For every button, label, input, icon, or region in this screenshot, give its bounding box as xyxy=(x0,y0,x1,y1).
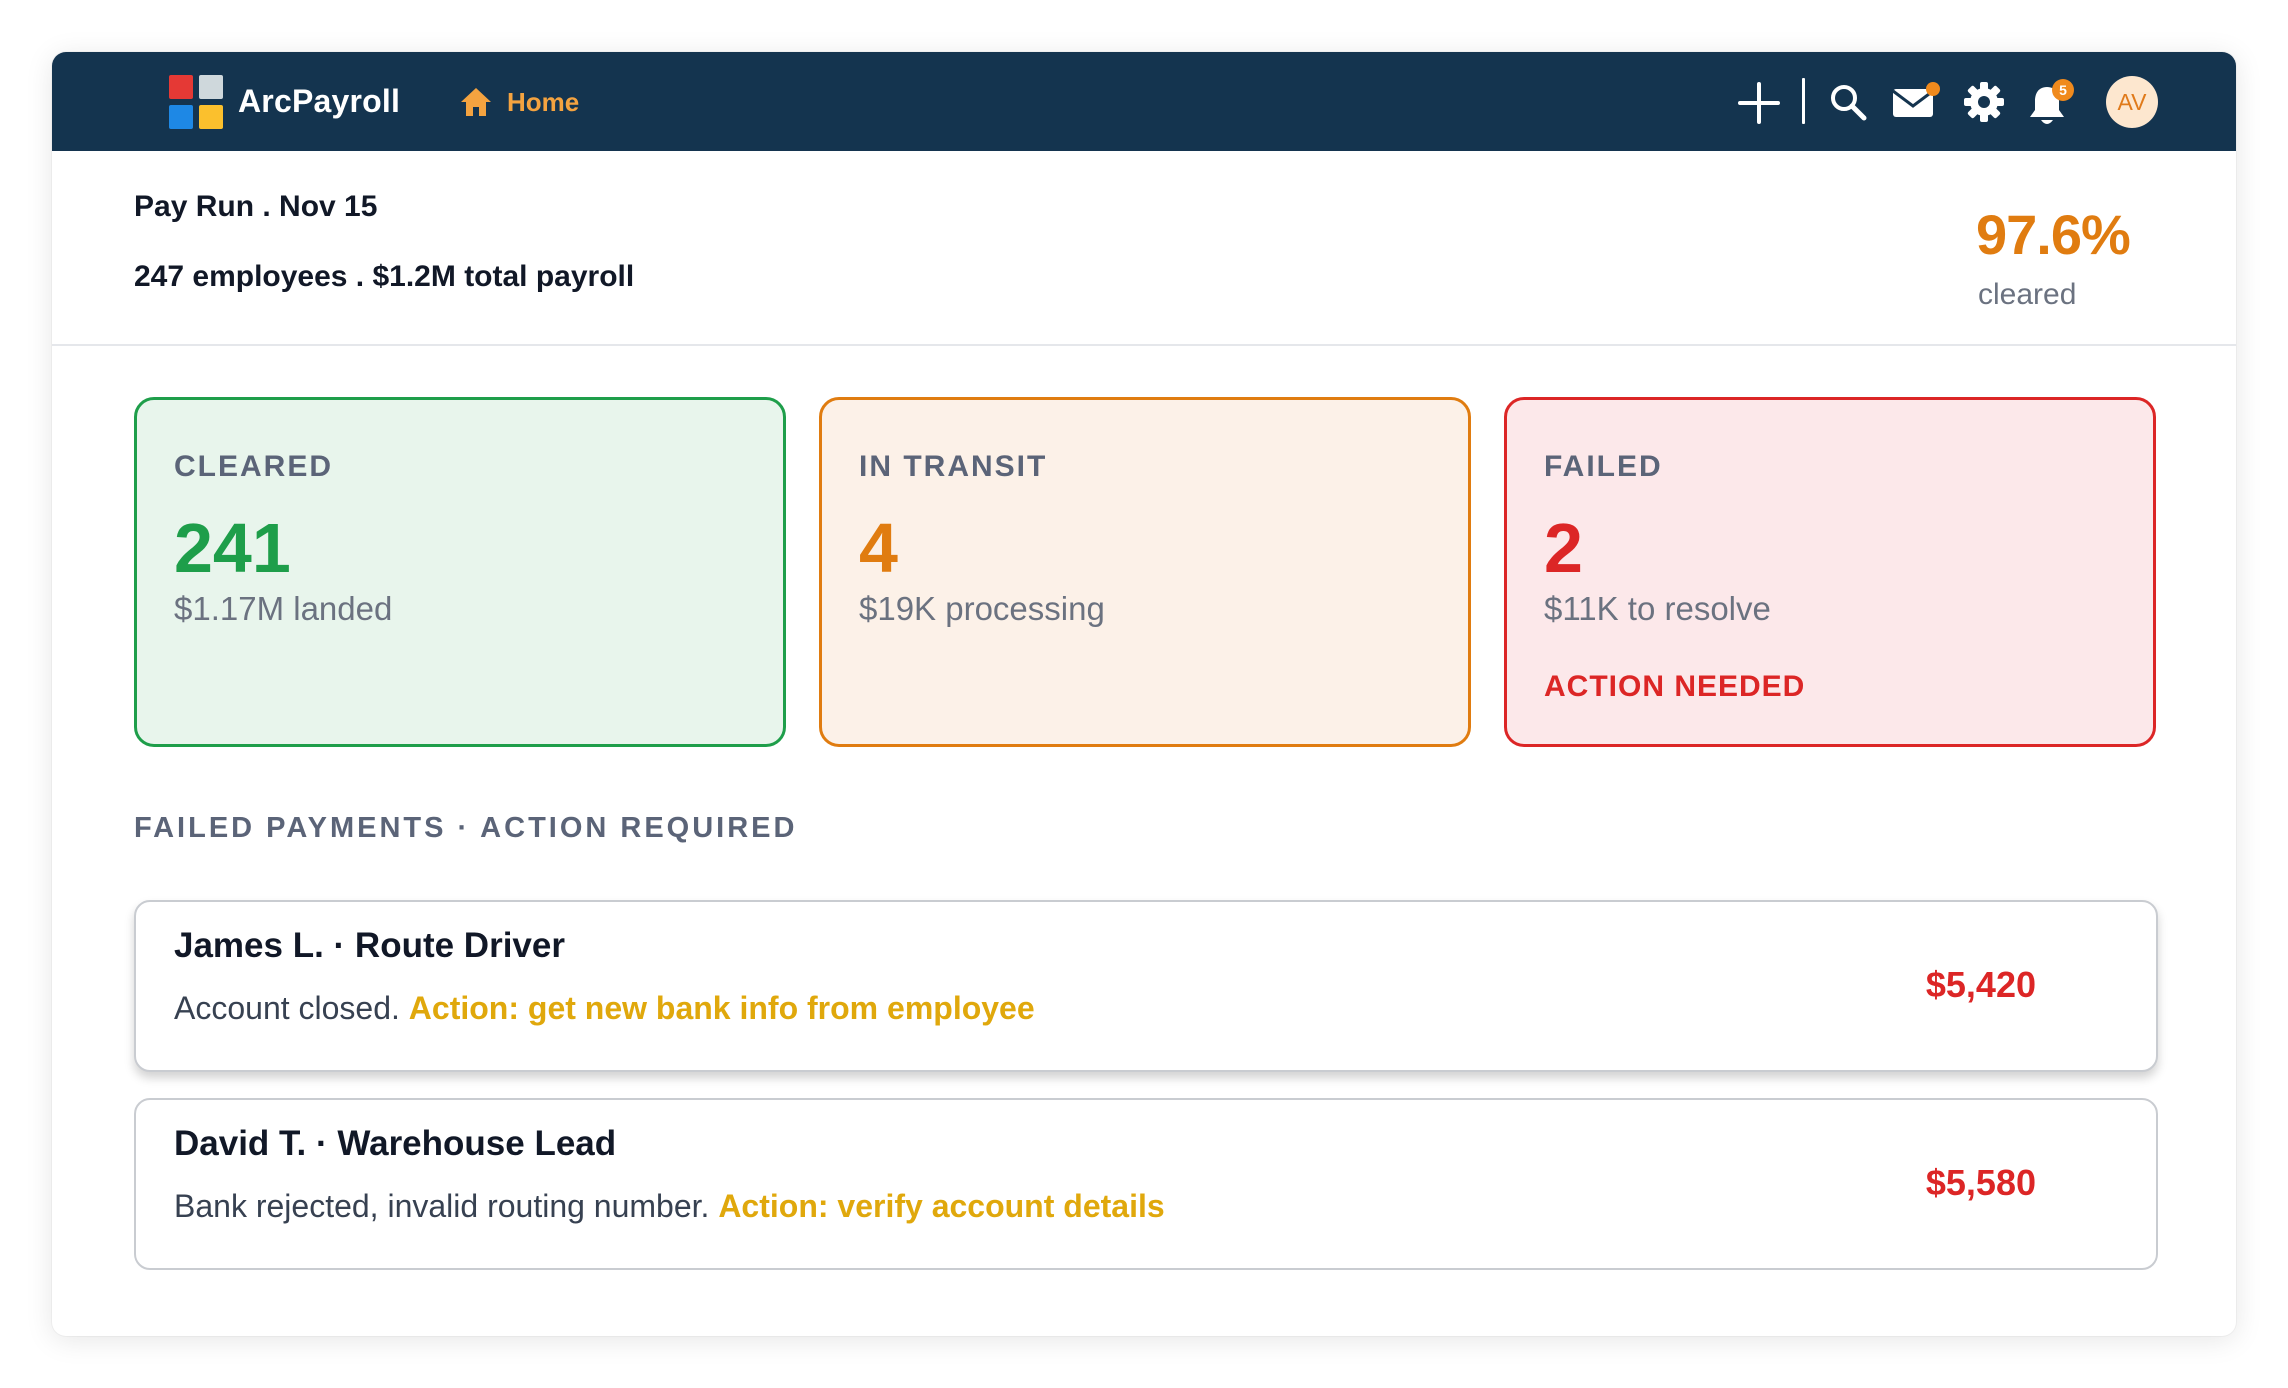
card-label: IN TRANSIT xyxy=(859,450,1048,483)
add-button[interactable] xyxy=(1734,78,1784,128)
failure-action-text: Action: get new bank info from employee xyxy=(408,990,1035,1026)
notification-count-badge: 5 xyxy=(2052,79,2074,101)
cleared-percentage-label: cleared xyxy=(1978,278,2077,311)
messages-button[interactable] xyxy=(1890,78,1942,124)
cleared-card[interactable]: CLEARED 241 $1.17M landed xyxy=(134,397,786,747)
failure-reason: Bank rejected, invalid routing number. A… xyxy=(174,1188,1165,1225)
cleared-percentage: 97.6% xyxy=(1976,203,2131,266)
payment-amount: $5,420 xyxy=(1925,964,2036,1005)
payment-amount: $5,580 xyxy=(1925,1162,2036,1203)
mail-icon xyxy=(1892,82,1940,117)
card-label: CLEARED xyxy=(174,450,334,483)
app-window: ArcPayroll Home 5 AV Pay Run . Nov 15 24… xyxy=(52,52,2236,1336)
card-label: FAILED xyxy=(1544,450,1663,483)
settings-button[interactable] xyxy=(1960,78,2008,126)
card-count: 4 xyxy=(859,509,898,587)
arcpayroll-logo-icon xyxy=(169,75,223,129)
plus-icon xyxy=(1738,82,1780,124)
search-icon xyxy=(1831,85,1867,121)
in-transit-card[interactable]: IN TRANSIT 4 $19K processing xyxy=(819,397,1471,747)
nav-home-link[interactable]: Home xyxy=(459,81,579,123)
gear-icon xyxy=(1964,82,2004,122)
nav-home-label: Home xyxy=(507,86,580,117)
action-needed-label: ACTION NEEDED xyxy=(1544,670,1806,703)
brand-name: ArcPayroll xyxy=(238,83,401,119)
failed-payments-heading: FAILED PAYMENTS · ACTION REQUIRED xyxy=(134,812,798,844)
toolbar-divider xyxy=(1802,78,1805,124)
employee-name: James L. · Route Driver xyxy=(174,926,565,965)
card-detail: $19K processing xyxy=(859,590,1105,627)
employee-name: David T. · Warehouse Lead xyxy=(174,1124,617,1163)
failure-reason-text: Bank rejected, invalid routing number. xyxy=(174,1188,710,1224)
failed-card[interactable]: FAILED 2 $11K to resolve ACTION NEEDED xyxy=(1504,397,2156,747)
card-detail: $11K to resolve xyxy=(1544,590,1771,627)
card-detail: $1.17M landed xyxy=(174,590,393,627)
failed-payment-row[interactable]: David T. · Warehouse Lead Bank rejected,… xyxy=(134,1098,2158,1270)
failure-action-text: Action: verify account details xyxy=(718,1188,1165,1224)
failed-payment-row[interactable]: James L. · Route Driver Account closed. … xyxy=(134,900,2158,1072)
search-button[interactable] xyxy=(1824,78,1872,126)
card-count: 241 xyxy=(174,509,291,587)
home-icon xyxy=(461,88,491,116)
pay-run-title: Pay Run . Nov 15 xyxy=(134,190,378,223)
failure-reason-text: Account closed. xyxy=(174,990,400,1026)
card-count: 2 xyxy=(1544,509,1583,587)
user-avatar[interactable]: AV xyxy=(2106,76,2158,128)
top-navigation-bar: ArcPayroll Home 5 AV xyxy=(52,52,2236,151)
failure-reason: Account closed. Action: get new bank inf… xyxy=(174,990,1035,1027)
pay-run-subtitle: 247 employees . $1.2M total payroll xyxy=(134,260,635,293)
summary-divider xyxy=(52,344,2236,346)
